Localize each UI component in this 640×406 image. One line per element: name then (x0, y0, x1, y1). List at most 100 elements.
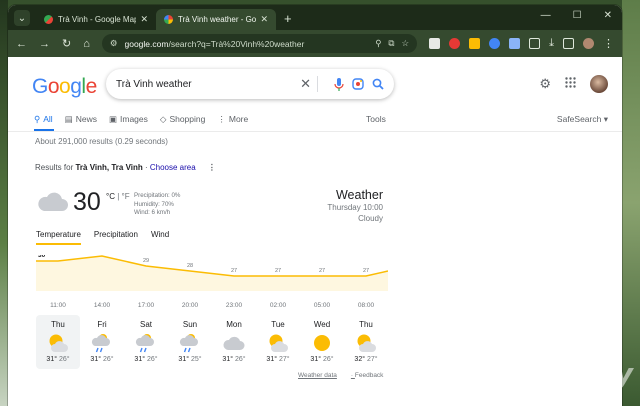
day-name: Fri (97, 320, 107, 329)
weather-data-link[interactable]: Weather data (298, 372, 337, 379)
account-avatar[interactable] (590, 75, 608, 93)
more-options-icon[interactable]: ⋮ (208, 163, 216, 172)
extension-icon[interactable] (429, 38, 441, 49)
site-info-icon[interactable]: ⚙ (110, 38, 118, 49)
tab-search-dropdown[interactable]: ⌄ (14, 10, 30, 26)
more-dots-icon: ⋮ (217, 113, 226, 124)
tab-images[interactable]: ▣ Images (109, 114, 148, 125)
forecast-day[interactable]: Tue 31° 27° (256, 315, 300, 369)
google-logo[interactable]: Google (32, 75, 97, 99)
search-icon: ⚲ (34, 113, 41, 124)
minimize-icon[interactable]: — (541, 10, 551, 21)
choose-area-link[interactable]: Choose area (150, 163, 196, 172)
tab-precipitation[interactable]: Precipitation (94, 230, 138, 245)
address-bar[interactable]: ⚙ google.com/search?q=Trà%20Vinh%20weath… (101, 34, 418, 53)
weather-footer: Weather data · Feedback (298, 372, 383, 379)
search-nav-tabs: ⚲ All ▤ News ▣ Images ◇ Shopping ⋮ More Tools… (34, 109, 608, 131)
weather-tabs: Temperature Precipitation Wind (36, 230, 169, 245)
tab-news[interactable]: ▤ News (65, 114, 97, 125)
adblock-extension-icon[interactable] (449, 38, 461, 49)
x-tick-label: 14:00 (94, 302, 111, 309)
search-box[interactable]: ✕ (106, 69, 394, 99)
day-name: Sun (182, 320, 198, 329)
browser-window: ⌄ Trà Vinh - Google Maps ✕ Trà Vinh weat… (8, 5, 622, 406)
image-icon: ▣ (108, 113, 118, 124)
day-name: Thu (359, 320, 373, 329)
new-tab-button[interactable]: + (284, 11, 292, 26)
extension-icon[interactable] (509, 38, 521, 49)
back-icon[interactable]: ← (16, 38, 27, 50)
search-results-page: Google ✕ ⚙ ⚲All ▤News ▣Images (8, 57, 622, 406)
forecast-day[interactable]: Sat 31° 26° (124, 315, 168, 369)
tab-wind[interactable]: Wind (151, 230, 169, 245)
weather-header: Weather Thursday 10:00 Cloudy (327, 188, 383, 224)
point-label: 27 (363, 268, 369, 274)
temperature-chart: 3011:003114:002917:002820:002723:002702:… (36, 255, 388, 309)
maximize-icon[interactable]: ☐ (573, 10, 582, 21)
close-window-icon[interactable]: ✕ (604, 10, 612, 21)
day-temps: 31° 27° (256, 356, 300, 363)
day-low: 26° (146, 356, 158, 363)
profile-avatar-icon[interactable] (583, 38, 594, 49)
menu-dots-icon[interactable]: ⋮ (603, 37, 614, 50)
forecast-day[interactable]: Sun 31° 25° (168, 315, 212, 369)
lens-camera-icon[interactable] (352, 78, 364, 90)
day-temps: 31° 26° (80, 356, 124, 363)
x-tick-label: 23:00 (226, 302, 243, 309)
download-icon[interactable]: ⤓ (549, 37, 554, 50)
settings-gear-icon[interactable]: ⚙ (539, 76, 551, 92)
forecast-day[interactable]: Wed 31° 26° (300, 315, 344, 369)
tab-label: News (75, 114, 97, 124)
forecast-day[interactable]: Fri 31° 26° (80, 315, 124, 369)
safesearch-menu[interactable]: SafeSearch ▾ (557, 114, 608, 125)
feedback-link[interactable]: · Feedback (351, 372, 384, 379)
search-input[interactable] (116, 78, 295, 90)
tab-more[interactable]: ⋮ More (217, 114, 248, 125)
tab-temperature[interactable]: Temperature (36, 230, 81, 245)
clear-icon[interactable]: ✕ (300, 76, 311, 92)
forecast-day[interactable]: Thu 32° 27° (344, 315, 388, 369)
tab-weather-search[interactable]: Trà Vinh weather - Google Search ✕ (156, 9, 276, 30)
search-icon[interactable] (372, 78, 384, 90)
daily-forecast: Thu 31° 26° Fri 31° 26° Sat 31° 26° Sun 31° 25°… (36, 315, 388, 369)
logo-letter: g (70, 75, 82, 98)
tag-icon: ◇ (159, 113, 167, 124)
tab-all[interactable]: ⚲ All (34, 114, 53, 125)
partly-cloudy-icon (269, 334, 288, 352)
tab-strip: ⌄ Trà Vinh - Google Maps ✕ Trà Vinh weat… (8, 5, 622, 30)
day-temps: 32° 27° (344, 356, 388, 363)
x-tick-label: 11:00 (50, 302, 66, 309)
close-icon[interactable]: ✕ (140, 14, 148, 25)
extensions-puzzle-icon[interactable] (529, 38, 541, 49)
forecast-day[interactable]: Thu 31° 26° (36, 315, 80, 369)
extension-icon[interactable] (469, 38, 481, 49)
close-icon[interactable]: ✕ (260, 14, 268, 25)
tab-title: Trà Vinh weather - Google Search (178, 15, 257, 24)
tab-maps[interactable]: Trà Vinh - Google Maps ✕ (36, 9, 156, 30)
microphone-icon[interactable] (334, 77, 344, 91)
location-icon[interactable]: ⚲ (375, 38, 381, 49)
apps-grid-icon[interactable] (565, 75, 576, 93)
tab-shopping[interactable]: ◇ Shopping (160, 114, 205, 125)
open-in-app-icon[interactable]: ⧉ (388, 38, 394, 49)
maps-favicon-icon (44, 15, 53, 24)
webuy-watermark: Webuy (530, 357, 633, 390)
reload-icon[interactable]: ↻ (62, 37, 71, 50)
side-panel-icon[interactable] (563, 38, 574, 49)
bookmark-star-icon[interactable]: ☆ (402, 38, 410, 49)
fahrenheit-unit[interactable]: °F (122, 192, 130, 201)
result-stats: About 291,000 results (0.29 seconds) (35, 137, 168, 146)
unit-toggle: °C | °F (106, 192, 130, 201)
tools-button[interactable]: Tools (366, 114, 386, 124)
forecast-day[interactable]: Mon 31° 26° (212, 315, 256, 369)
extension-icon[interactable] (489, 38, 501, 49)
home-icon[interactable]: ⌂ (83, 38, 90, 50)
results-for-prefix: Results for (35, 163, 76, 172)
desktop-wallpaper-right (622, 0, 640, 406)
day-low: 27° (278, 356, 290, 363)
celsius-unit[interactable]: °C (106, 192, 115, 201)
forward-icon[interactable]: → (39, 38, 50, 50)
partly-cloudy-icon (49, 334, 68, 352)
tab-label: More (228, 114, 249, 124)
sun-icon (314, 335, 330, 351)
